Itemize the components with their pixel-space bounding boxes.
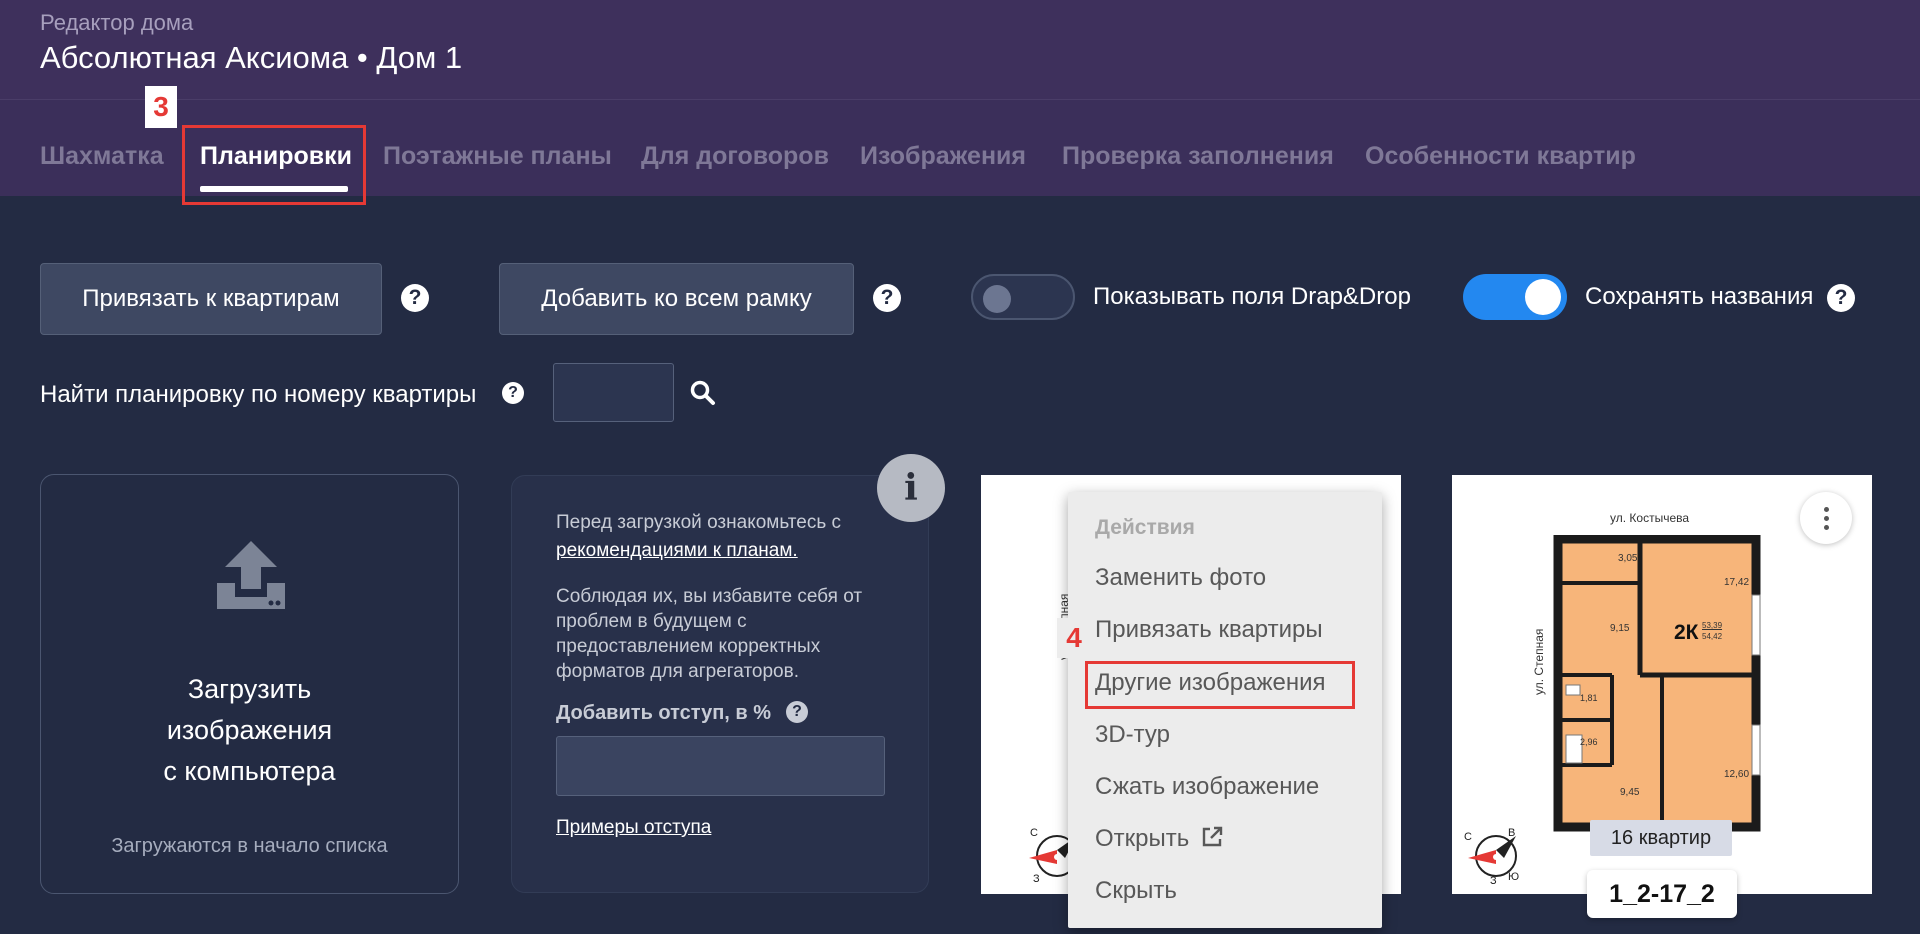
save-names-toggle-label: Сохранять названия: [1585, 283, 1814, 310]
dot: [1823, 506, 1829, 512]
upload-note: Загружаются в начало списка: [111, 835, 388, 857]
upload-icon: [217, 541, 285, 609]
indent-examples-link[interactable]: Примеры отступа: [556, 815, 896, 840]
menu-item-hide[interactable]: Скрыть: [1095, 877, 1177, 905]
add-frame-button[interactable]: Добавить ко всем рамку: [499, 263, 854, 335]
tab-chessboard[interactable]: Шахматка: [40, 142, 164, 171]
room-area: 17,42: [1724, 577, 1750, 588]
menu-item-open-label: Открыть: [1095, 825, 1190, 852]
upload-title: Загрузить изображения с компьютера: [163, 674, 336, 786]
menu-item-bind-apartments[interactable]: Привязать квартиры: [1095, 616, 1323, 644]
dragdrop-toggle-label: Показывать поля Drap&Drop: [1093, 283, 1411, 310]
indent-input[interactable]: [556, 736, 885, 796]
recommendations-link[interactable]: рекомендациями к планам.: [556, 538, 896, 563]
info-card: Перед загрузкой ознакомьтесь с рекоменда…: [511, 475, 929, 893]
menu-item-replace-photo[interactable]: Заменить фото: [1095, 564, 1266, 592]
tab-images[interactable]: Изображения: [860, 142, 1026, 171]
tab-highlight-marker: [182, 125, 366, 205]
external-link-icon: [1202, 826, 1223, 847]
dot: [1823, 524, 1829, 530]
step-number-3: 3: [145, 86, 177, 128]
indent-label: Добавить отступ, в %: [556, 702, 772, 724]
search-icon[interactable]: [690, 380, 716, 406]
bind-to-apartments-button[interactable]: Привязать к квартирам: [40, 263, 382, 335]
toggle-knob: [983, 285, 1011, 313]
street-label: ул. Степная: [1532, 628, 1546, 695]
search-label: Найти планировку по номеру квартиры: [40, 381, 477, 408]
compass-east: В: [1508, 827, 1516, 839]
apartment-count-badge: 16 квартир: [1590, 820, 1732, 856]
tab-contracts[interactable]: Для договоров: [641, 142, 829, 171]
tab-apartment-features[interactable]: Особенности квартир: [1365, 142, 1636, 171]
help-icon[interactable]: ?: [1827, 284, 1855, 312]
info-glyph: i: [904, 467, 918, 509]
page-header: Редактор дома Абсолютная Аксиома • Дом 1: [0, 0, 1920, 99]
help-icon[interactable]: ?: [401, 284, 429, 312]
tab-fill-check[interactable]: Проверка заполнения: [1062, 142, 1334, 171]
compass-west: З: [1490, 875, 1497, 887]
step-number-4: 4: [1057, 618, 1091, 658]
compass-south: Ю: [1508, 871, 1520, 883]
page-title: Абсолютная Аксиома • Дом 1: [40, 40, 463, 75]
compass-north: С: [1030, 827, 1038, 839]
menu-item-3d-tour[interactable]: 3D-тур: [1095, 721, 1170, 749]
help-icon[interactable]: ?: [873, 284, 901, 312]
tab-floor-plans[interactable]: Поэтажные планы: [383, 142, 612, 171]
street-label: ул. Костычева: [1610, 511, 1690, 525]
info-body: Соблюдая их, вы избавите себя от проблем…: [556, 586, 863, 682]
layout-code-label[interactable]: 1_2-17_2: [1587, 870, 1737, 918]
actions-menu: Действия Заменить фото Привязать квартир…: [1068, 492, 1382, 928]
compass-west: З: [1033, 873, 1040, 885]
upload-card[interactable]: Загрузить изображения с компьютера Загру…: [40, 474, 459, 894]
menu-heading: Действия: [1095, 516, 1195, 539]
apartment-number-input[interactable]: [553, 363, 674, 422]
more-options-button[interactable]: [1800, 492, 1852, 544]
dot: [1823, 515, 1829, 521]
help-icon[interactable]: ?: [786, 701, 808, 723]
menu-item-highlight-marker: [1085, 661, 1355, 709]
room-area: 3,05: [1618, 553, 1638, 564]
dragdrop-toggle[interactable]: [971, 274, 1075, 320]
info-intro: Перед загрузкой ознакомьтесь с: [556, 512, 841, 533]
page-subtitle: Редактор дома: [40, 10, 194, 35]
apartment-area-top: 53,39: [1702, 621, 1723, 630]
apartment-type: 2К: [1674, 621, 1699, 644]
room-area: 9,45: [1620, 787, 1640, 798]
room-area: 1,81: [1580, 693, 1598, 703]
room-area: 12,60: [1724, 769, 1750, 780]
menu-item-compress-image[interactable]: Сжать изображение: [1095, 773, 1319, 801]
toggle-knob: [1525, 279, 1561, 315]
save-names-toggle[interactable]: [1463, 274, 1567, 320]
menu-item-open[interactable]: Открыть: [1095, 825, 1224, 853]
compass-north: С: [1464, 831, 1472, 843]
room-area: 9,15: [1610, 623, 1630, 634]
info-icon[interactable]: i: [877, 454, 945, 522]
apartment-area-bottom: 54,42: [1702, 632, 1723, 641]
room-area: 2,96: [1580, 737, 1598, 747]
help-icon[interactable]: ?: [502, 382, 524, 404]
